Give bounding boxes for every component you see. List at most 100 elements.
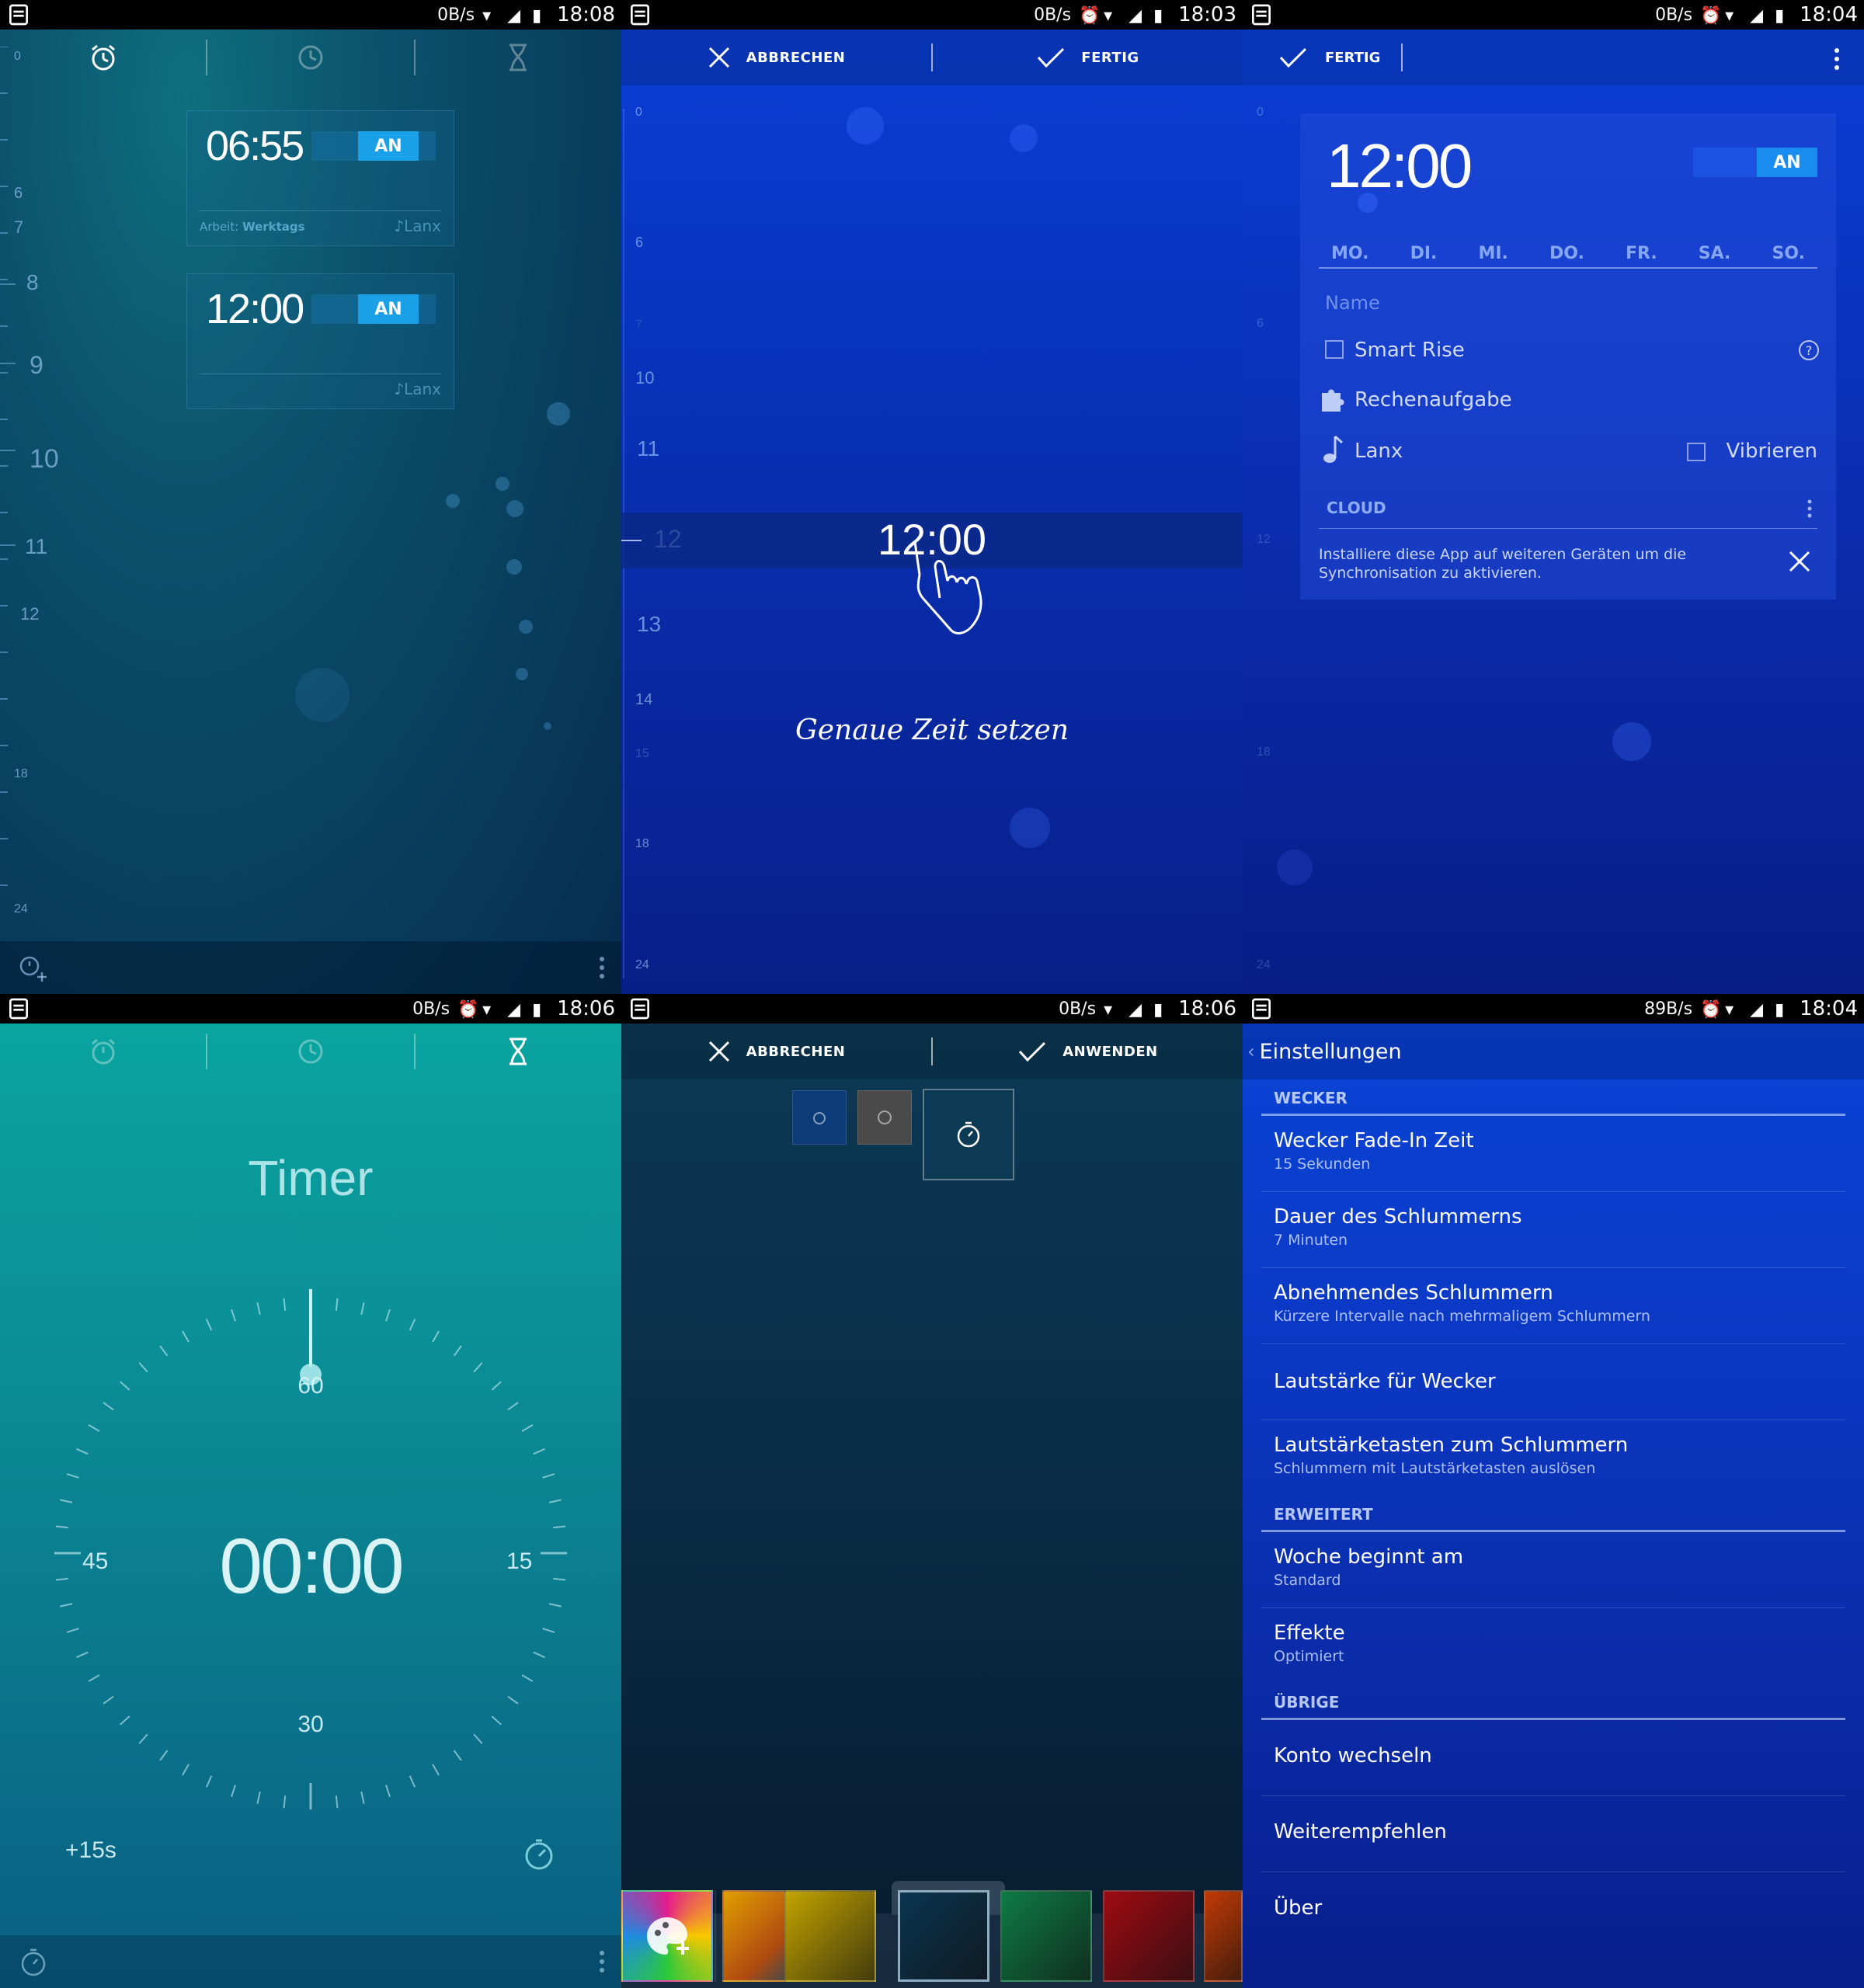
dial-tick <box>256 1302 261 1315</box>
setting-fade-in[interactable]: Wecker Fade-In Zeit 15 Sekunden <box>1274 1129 1833 1173</box>
apply-button[interactable]: ANWENDEN <box>933 1040 1243 1063</box>
custom-theme-swatch[interactable] <box>621 1890 713 1982</box>
day-mo[interactable]: MO. <box>1331 244 1368 263</box>
day-so[interactable]: SO. <box>1772 244 1805 263</box>
setting-title: Effekte <box>1274 1621 1345 1645</box>
clock: 18:06 <box>1178 997 1236 1020</box>
tab-timer[interactable] <box>416 30 621 85</box>
theme-swatch[interactable] <box>1103 1890 1195 1982</box>
day-fr[interactable]: FR. <box>1626 244 1657 263</box>
close-icon <box>708 1041 729 1062</box>
cancel-button[interactable]: ABBRECHEN <box>621 46 931 69</box>
scale-label: 10 <box>635 368 655 388</box>
alarm-time[interactable]: 12:00 <box>1327 130 1473 202</box>
check-icon <box>1038 47 1065 68</box>
day-mi[interactable]: MI. <box>1478 244 1508 263</box>
clock: 18:04 <box>1800 997 1858 1020</box>
back-icon[interactable]: ‹ <box>1247 1041 1255 1062</box>
done-button[interactable]: FERTIG <box>1278 30 1380 85</box>
vibrate-checkbox[interactable] <box>1687 443 1706 461</box>
add-alarm-icon[interactable] <box>17 954 48 985</box>
stopwatch-icon[interactable] <box>522 1837 556 1872</box>
setting-about[interactable]: Über <box>1274 1896 1833 1920</box>
battery-icon: ▮ <box>1775 6 1785 26</box>
sound-label[interactable]: Lanx <box>1355 440 1403 463</box>
smart-rise-label: Smart Rise <box>1355 339 1465 362</box>
toggle-on-label: AN <box>358 131 419 161</box>
name-field[interactable]: Name <box>1325 292 1380 314</box>
alarm-card[interactable]: 12:00 AN ♪Lanx <box>186 273 454 409</box>
overflow-menu-icon[interactable] <box>598 1949 606 1974</box>
bubble <box>1010 124 1038 152</box>
stopwatch-icon[interactable] <box>19 1948 48 1977</box>
theme-swatch[interactable] <box>1204 1890 1243 1982</box>
setting-alarm-volume[interactable]: Lautstärke für Wecker <box>1274 1370 1833 1393</box>
setting-switch-account[interactable]: Konto wechseln <box>1274 1744 1833 1767</box>
scale-label: 24 <box>635 958 649 971</box>
setting-decreasing-snooze[interactable]: Abnehmendes Schlummern Kürzere Intervalle… <box>1274 1281 1833 1325</box>
setting-snooze-duration[interactable]: Dauer des Schlummerns 7 Minuten <box>1274 1205 1833 1249</box>
tab-alarms[interactable] <box>0 1024 206 1079</box>
setting-title: Lautstärketasten zum Schlummern <box>1274 1434 1629 1457</box>
notification-icon <box>631 4 649 26</box>
stopwatch-icon <box>957 1121 980 1148</box>
day-di[interactable]: DI. <box>1410 244 1438 263</box>
theme-swatch[interactable] <box>784 1890 876 1982</box>
day-sa[interactable]: SA. <box>1699 244 1731 263</box>
divider <box>1261 1607 1845 1608</box>
clock: 18:08 <box>557 3 615 26</box>
alarm-edit-screen: 0B/s ⏰ ▾ ◢ ▮ 18:04 FERTIG 0 6 12 18 24 1… <box>1243 0 1864 994</box>
screenshot-collage: 0B/s ▾ ◢ ▮ 18:08 0 6 7 8 9 10 11 12 18 2… <box>0 0 1864 1988</box>
action-bar: ABBRECHEN ANWENDEN <box>621 1024 1243 1079</box>
dial-label-30: 30 <box>297 1712 324 1737</box>
preview-clock[interactable] <box>857 1090 912 1145</box>
dial-tick <box>205 1319 213 1331</box>
theme-swatch-selected[interactable] <box>898 1890 989 1982</box>
tab-clock[interactable] <box>207 1024 413 1079</box>
overflow-menu-icon[interactable] <box>1833 47 1841 71</box>
status-bar: 0B/s ⏰ ▾ ◢ ▮ 18:03 <box>621 0 1243 30</box>
setting-title: Dauer des Schlummerns <box>1274 1205 1522 1229</box>
hand-gesture-icon <box>913 541 982 634</box>
settings-header[interactable]: ‹ Einstellungen <box>1243 1024 1864 1079</box>
tab-clock[interactable] <box>207 30 413 85</box>
done-button[interactable]: FERTIG <box>933 46 1243 69</box>
alarm-toggle[interactable]: AN <box>311 131 436 161</box>
setting-recommend[interactable]: Weiterempfehlen <box>1274 1820 1833 1844</box>
dismiss-icon[interactable] <box>1788 550 1811 573</box>
bubble <box>506 500 523 517</box>
battery-icon: ▮ <box>532 1000 542 1020</box>
dial-tick <box>159 1345 169 1357</box>
dial-tick <box>283 1298 287 1311</box>
smart-rise-checkbox[interactable] <box>1325 340 1344 359</box>
dial-tick <box>409 1319 416 1331</box>
setting-effects[interactable]: Effekte Optimiert <box>1274 1621 1833 1665</box>
theme-swatch[interactable] <box>1000 1890 1092 1982</box>
alarm-toggle[interactable]: AN <box>311 294 436 324</box>
help-icon[interactable]: ? <box>1797 339 1821 362</box>
preview-alarms[interactable] <box>792 1090 847 1145</box>
task-label[interactable]: Rechenaufgabe <box>1355 388 1512 412</box>
alarm-toggle[interactable]: AN <box>1693 148 1817 177</box>
scale-label: 24 <box>1257 958 1271 971</box>
section-divider <box>1261 1718 1845 1720</box>
cancel-button[interactable]: ABBRECHEN <box>621 1040 931 1063</box>
wifi-icon: ▾ <box>1725 1000 1734 1020</box>
setting-volume-keys-snooze[interactable]: Lautstärketasten zum Schlummern Schlummer… <box>1274 1434 1833 1477</box>
scale-label: 18 <box>635 837 649 850</box>
add-15s-button[interactable]: +15s <box>65 1837 116 1864</box>
preview-timer[interactable] <box>923 1089 1014 1180</box>
alarm-card[interactable]: 06:55 AN Arbeit: Werktags ♪Lanx <box>186 110 454 246</box>
wifi-icon: ▾ <box>1104 6 1113 26</box>
action-bar: FERTIG <box>1243 30 1864 85</box>
day-do[interactable]: DO. <box>1549 244 1584 263</box>
clock: 18:04 <box>1800 3 1858 26</box>
set-time-screen: 0B/s ⏰ ▾ ◢ ▮ 18:03 ABBRECHEN FERTIG 0 6 <box>621 0 1243 994</box>
overflow-menu-icon[interactable] <box>598 955 606 980</box>
clock: 18:03 <box>1178 3 1236 26</box>
cloud-menu-icon[interactable] <box>1807 499 1813 519</box>
day-scale <box>0 47 16 886</box>
setting-week-start[interactable]: Woche beginnt am Standard <box>1274 1545 1833 1589</box>
tab-timer[interactable] <box>416 1024 621 1079</box>
check-icon <box>1019 1041 1046 1062</box>
